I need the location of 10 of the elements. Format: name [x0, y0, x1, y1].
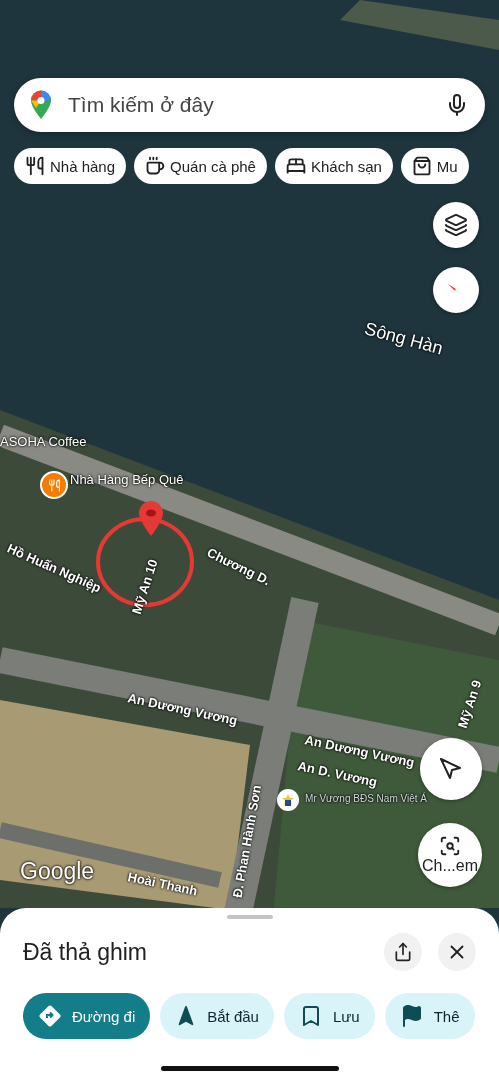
street-label: Mỹ An 9 [454, 678, 485, 730]
street-label: Hoài Thanh [126, 869, 199, 899]
street-label: Mỹ An 10 [128, 557, 161, 616]
place-label: ASOHA Coffee [0, 434, 87, 449]
street-label: An Dương Vương [126, 690, 239, 729]
place-label: Sông Hàn [362, 318, 446, 360]
map-logo: Google [20, 858, 95, 885]
street-label: An D. Vương [296, 758, 379, 790]
place-label: Mr Vương BĐS Nam Việt Á [305, 793, 427, 804]
street-label: Đ. Phan Hành Sơn [229, 783, 265, 899]
